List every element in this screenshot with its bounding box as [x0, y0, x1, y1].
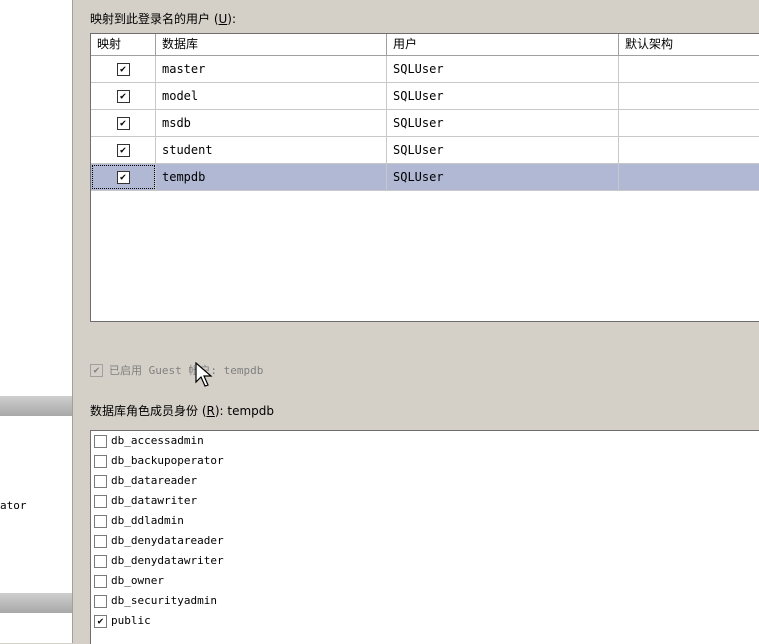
database-cell: model [156, 83, 387, 109]
role-item[interactable]: db_denydatawriter [91, 551, 759, 571]
table-row[interactable]: studentSQLUser [91, 137, 759, 164]
role-item[interactable]: db_datareader [91, 471, 759, 491]
roles-caption: 数据库角色成员身份 (R): tempdb [90, 404, 275, 418]
column-header-map[interactable]: 映射 [91, 34, 156, 55]
default-schema-cell[interactable] [619, 164, 759, 190]
role-checkbox[interactable] [94, 514, 107, 528]
role-checkbox[interactable] [94, 594, 107, 608]
user-cell: SQLUser [387, 110, 619, 136]
role-label: db_denydatareader [111, 534, 224, 547]
role-item[interactable]: db_securityadmin [91, 591, 759, 611]
guest-checkbox [90, 363, 103, 377]
role-item[interactable]: public [91, 611, 759, 631]
role-item[interactable]: db_accessadmin [91, 431, 759, 451]
map-cell[interactable] [91, 110, 156, 136]
role-label: db_datawriter [111, 494, 198, 507]
role-item[interactable]: db_denydatareader [91, 531, 759, 551]
role-checkbox[interactable] [94, 574, 107, 588]
role-item[interactable]: db_backupoperator [91, 451, 759, 471]
role-label: db_backupoperator [111, 454, 224, 467]
role-label: db_securityadmin [111, 594, 217, 607]
mouse-pointer-icon [195, 362, 213, 387]
role-membership-list[interactable]: db_accessadmin db_backupoperator db_datare… [90, 430, 759, 644]
user-mapping-grid[interactable]: 映射数据库用户默认架构 masterSQLUsermodelSQLUsermsd… [90, 33, 759, 322]
default-schema-cell[interactable] [619, 56, 759, 82]
role-label: db_owner [111, 574, 164, 587]
default-schema-cell[interactable] [619, 137, 759, 163]
database-cell: master [156, 56, 387, 82]
table-row[interactable]: modelSQLUser [91, 83, 759, 110]
map-cell[interactable] [91, 56, 156, 82]
column-header-user[interactable]: 用户 [387, 34, 619, 55]
role-label: public [111, 614, 151, 627]
role-label: db_denydatawriter [111, 554, 224, 567]
map-checkbox[interactable] [116, 171, 130, 184]
grid-header: 映射 数据库 用户 默认架构 [91, 34, 759, 56]
role-checkbox[interactable] [94, 434, 107, 448]
role-checkbox[interactable] [94, 454, 107, 468]
guest-account-option: 已启用 Guest 帐户: tempdb [90, 362, 263, 378]
role-checkbox[interactable] [94, 494, 107, 508]
role-label: db_datareader [111, 474, 198, 487]
database-cell: student [156, 137, 387, 163]
table-row[interactable]: msdbSQLUser [91, 110, 759, 137]
column-header-default-schema[interactable]: 默认架构 [619, 34, 759, 55]
role-checkbox[interactable] [94, 614, 107, 628]
user-cell: SQLUser [387, 83, 619, 109]
database-cell: tempdb [156, 164, 387, 190]
map-cell[interactable] [91, 137, 156, 163]
role-label: db_ddladmin [111, 514, 184, 527]
role-checkbox[interactable] [94, 534, 107, 548]
map-checkbox[interactable] [116, 117, 130, 130]
guest-label: 已启用 Guest 帐户: tempdb [109, 364, 264, 377]
map-checkbox[interactable] [116, 90, 130, 103]
mapping-caption: 映射到此登录名的用户 (U): [90, 12, 237, 26]
table-row[interactable]: tempdbSQLUser [91, 164, 759, 191]
role-checkbox[interactable] [94, 554, 107, 568]
map-cell[interactable] [91, 83, 156, 109]
user-cell: SQLUser [387, 164, 619, 190]
map-checkbox[interactable] [116, 63, 130, 76]
role-checkbox[interactable] [94, 474, 107, 488]
map-checkbox[interactable] [116, 144, 130, 157]
user-cell: SQLUser [387, 56, 619, 82]
left-pane: ator [0, 0, 73, 643]
database-cell: msdb [156, 110, 387, 136]
default-schema-cell[interactable] [619, 83, 759, 109]
map-cell[interactable] [91, 164, 156, 190]
column-header-database[interactable]: 数据库 [156, 34, 387, 55]
role-label: db_accessadmin [111, 434, 204, 447]
left-pane-clipped-text: ator [0, 499, 27, 512]
role-item[interactable]: db_datawriter [91, 491, 759, 511]
table-row[interactable]: masterSQLUser [91, 56, 759, 83]
default-schema-cell[interactable] [619, 110, 759, 136]
user-cell: SQLUser [387, 137, 619, 163]
role-item[interactable]: db_owner [91, 571, 759, 591]
role-item[interactable]: db_ddladmin [91, 511, 759, 531]
left-pane-header-bar [0, 396, 72, 416]
left-pane-header-bar [0, 593, 72, 613]
